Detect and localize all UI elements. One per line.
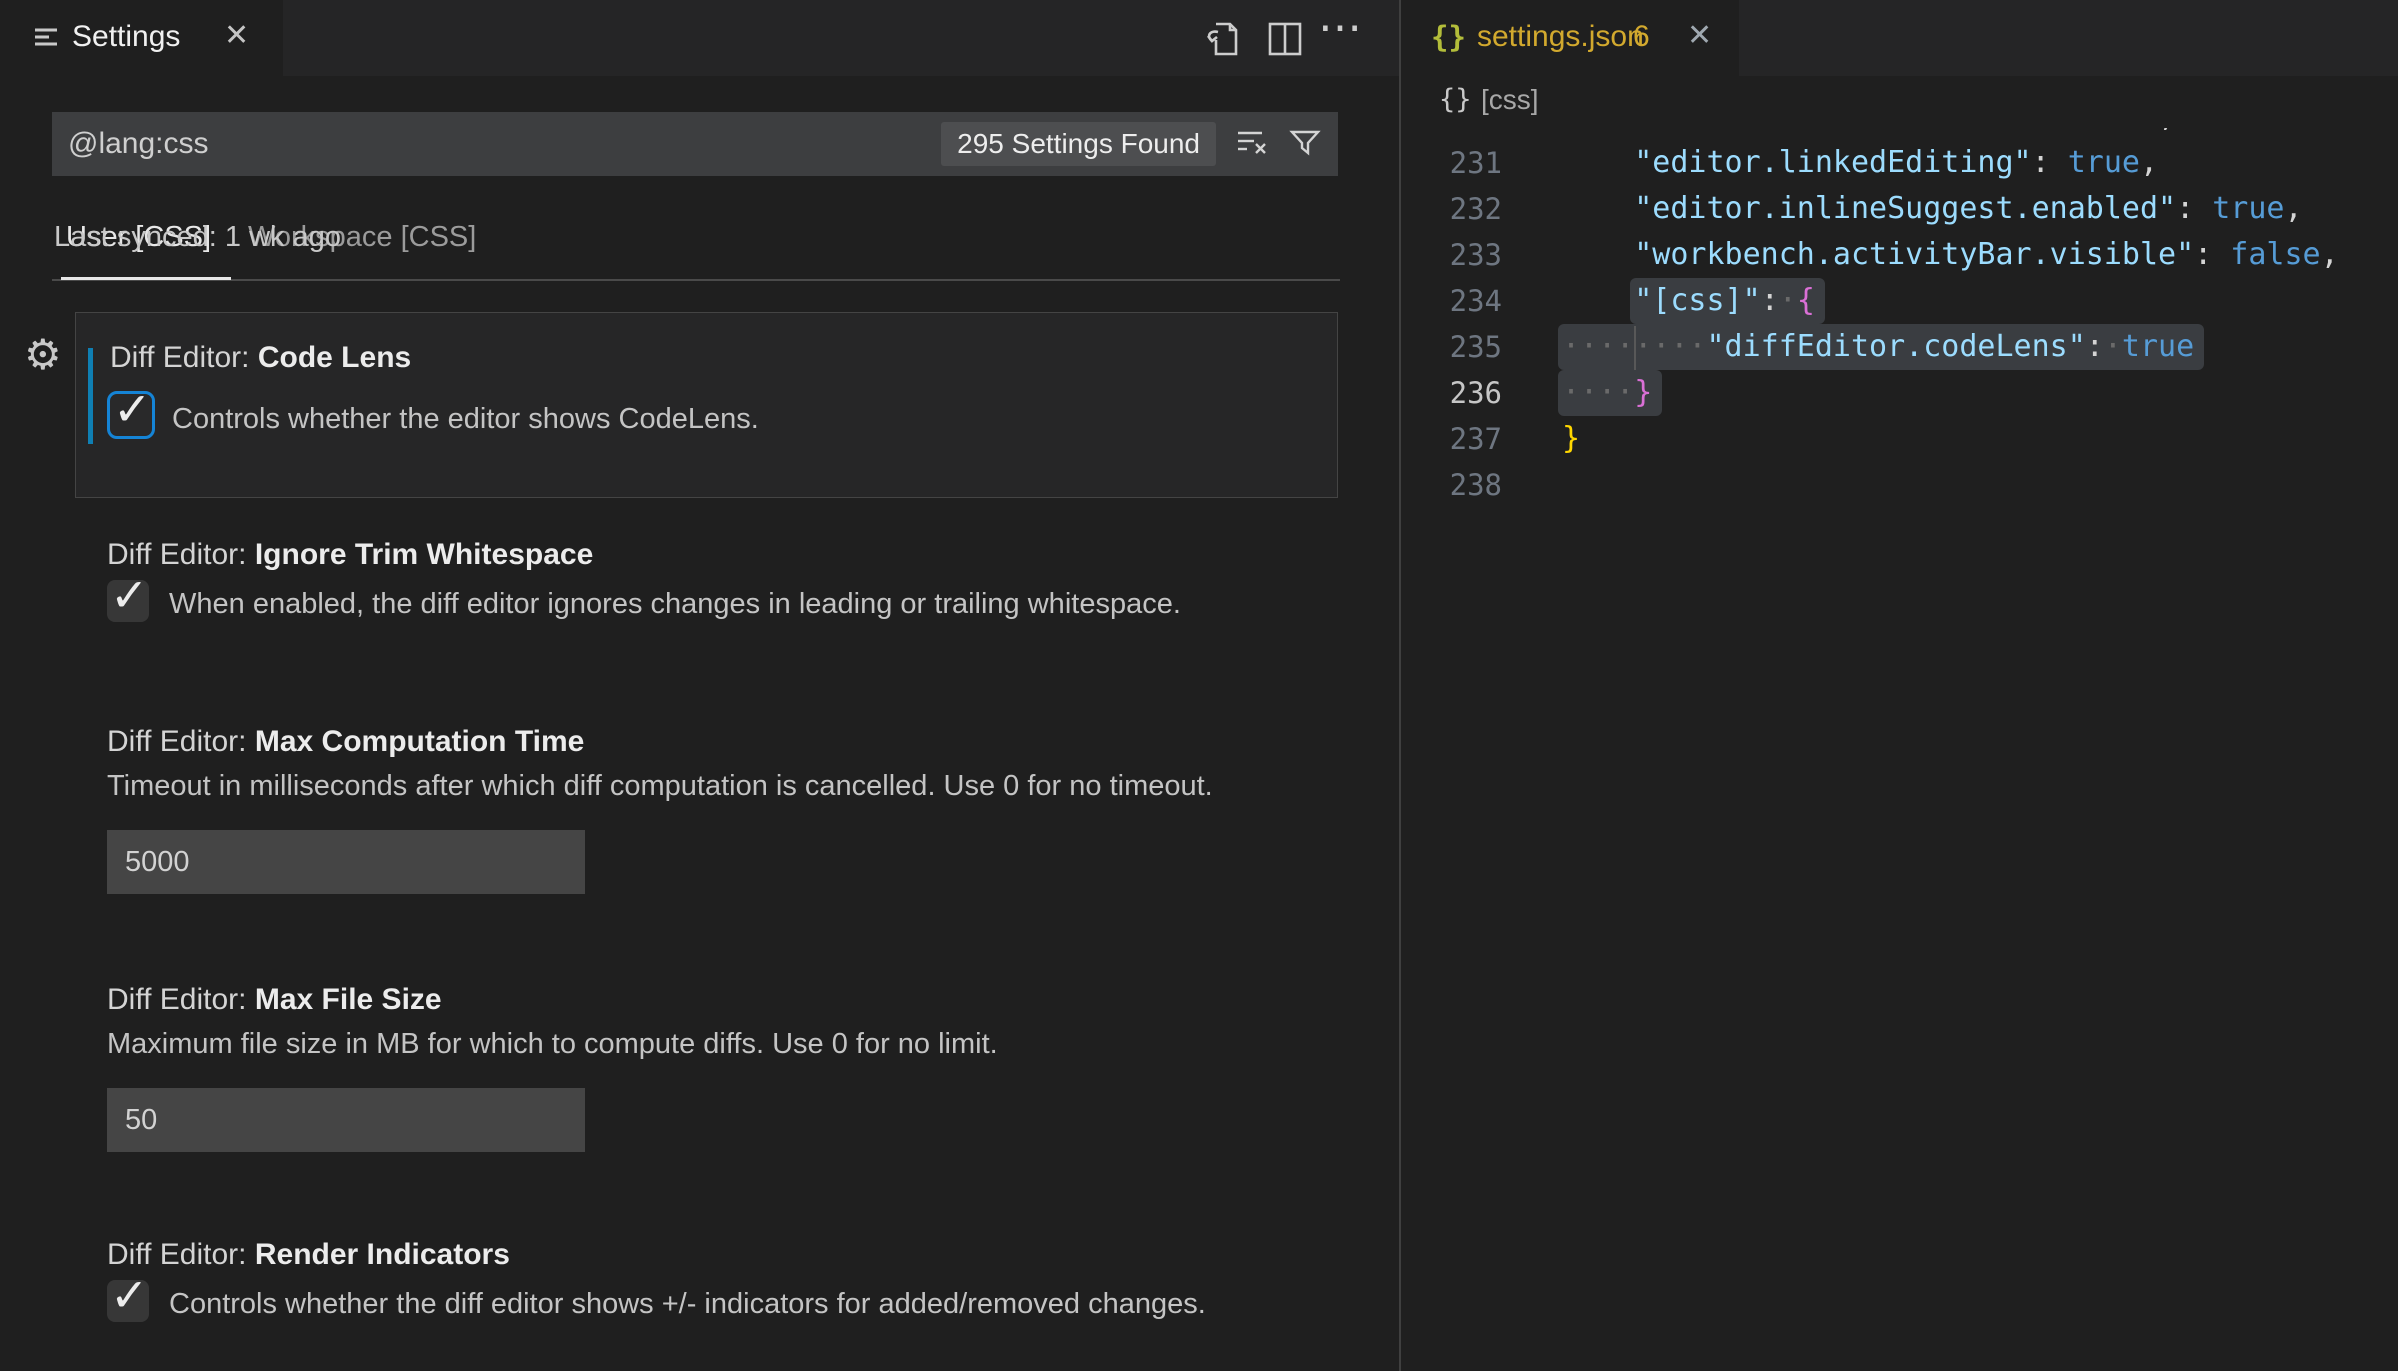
code-line-234[interactable]: 234 "[css]":·{ xyxy=(1401,278,2398,324)
number-input[interactable] xyxy=(107,1088,585,1152)
line-number: 234 xyxy=(1401,278,1502,324)
tab-settings[interactable]: Settings ✕ xyxy=(0,0,283,76)
line-number: 231 xyxy=(1401,140,1502,186)
setting-gear-icon[interactable]: ⚙ xyxy=(24,330,62,379)
setting-title: Diff Editor: Ignore Trim Whitespace xyxy=(107,538,593,572)
code-area[interactable]: ,231 "editor.linkedEditing": true,232 "e… xyxy=(1401,0,2398,1371)
line-number: 233 xyxy=(1401,232,1502,278)
code-line-237[interactable]: 237} xyxy=(1401,416,2398,462)
settings-search-input[interactable] xyxy=(52,111,941,177)
indent-guide xyxy=(1634,326,1636,370)
setting-row-render-indicators[interactable]: Diff Editor: Render Indicators ✓ Controls … xyxy=(0,1238,1399,1371)
tab-settings-json[interactable]: {} settings.json 6 ✕ xyxy=(1401,0,1739,76)
setting-description: Maximum file size in MB for which to com… xyxy=(107,1028,998,1061)
json-breadcrumb-icon: {} xyxy=(1439,84,1472,115)
settings-found-badge: 295 Settings Found xyxy=(941,122,1216,166)
tab-problem-count: 6 xyxy=(1633,20,1650,54)
clear-search-icon[interactable] xyxy=(1234,124,1270,165)
tab-settings-json-label: settings.json xyxy=(1477,20,1644,54)
code-line-238[interactable]: 238 xyxy=(1401,462,2398,508)
setting-description: Controls whether the editor shows CodeLe… xyxy=(172,403,759,436)
settings-editor-icon xyxy=(34,26,60,57)
code-line-236[interactable]: 236····} xyxy=(1401,370,2398,416)
vscode-window: Settings ✕ ⋯ 295 Settings Found xyxy=(0,0,2398,1371)
setting-title: Diff Editor: Max File Size xyxy=(107,983,442,1017)
code-line-233[interactable]: 233 "workbench.activityBar.visible": fal… xyxy=(1401,232,2398,278)
setting-description: Controls whether the diff editor shows +… xyxy=(169,1288,1206,1321)
settings-editor-pane: Settings ✕ ⋯ 295 Settings Found xyxy=(0,0,1399,1371)
code-line-235[interactable]: 235········"diffEditor.codeLens":·true xyxy=(1401,324,2398,370)
json-editor-pane: ,231 "editor.linkedEditing": true,232 "e… xyxy=(1401,0,2398,1371)
settings-search-bar[interactable]: 295 Settings Found xyxy=(52,112,1338,176)
json-file-icon: {} xyxy=(1431,20,1466,54)
split-editor-icon[interactable] xyxy=(1264,18,1306,65)
tab-settings-label: Settings xyxy=(72,20,180,54)
last-synced-label: Last synced: 1 wk ago xyxy=(54,221,341,254)
number-input[interactable] xyxy=(107,830,585,894)
checkbox[interactable]: ✓ xyxy=(107,1280,149,1322)
checkbox[interactable]: ✓ xyxy=(107,391,155,439)
setting-row-max-computation-time[interactable]: Diff Editor: Max Computation Time Timeout… xyxy=(0,725,1399,945)
setting-title: Diff Editor: Code Lens xyxy=(110,341,411,375)
setting-row-code-lens[interactable]: Diff Editor: Code Lens ✓ Controls whether … xyxy=(75,312,1338,498)
setting-title: Diff Editor: Max Computation Time xyxy=(107,725,584,759)
scope-tabs-rule xyxy=(52,279,1340,281)
more-actions-icon[interactable]: ⋯ xyxy=(1318,2,1364,53)
open-settings-json-icon[interactable] xyxy=(1198,16,1244,67)
line-number: 232 xyxy=(1401,186,1502,232)
setting-description: When enabled, the diff editor ignores ch… xyxy=(169,588,1181,621)
breadcrumb-item-css[interactable]: [css] xyxy=(1481,84,1539,116)
setting-description: Timeout in milliseconds after which diff… xyxy=(107,770,1213,803)
line-number: 238 xyxy=(1401,462,1502,508)
code-line-231[interactable]: 231 "editor.linkedEditing": true, xyxy=(1401,140,2398,186)
setting-title: Diff Editor: Render Indicators xyxy=(107,1238,510,1272)
checkbox[interactable]: ✓ xyxy=(107,580,149,622)
line-number: 235 xyxy=(1401,324,1502,370)
line-number: 237 xyxy=(1401,416,1502,462)
modified-indicator-bar xyxy=(88,348,93,444)
line-number: 236 xyxy=(1401,370,1502,416)
filter-icon[interactable] xyxy=(1288,125,1322,164)
breadcrumb: {} [css] xyxy=(1401,76,2398,128)
setting-row-max-file-size[interactable]: Diff Editor: Max File Size Maximum file s… xyxy=(0,983,1399,1203)
close-settings-tab-icon[interactable]: ✕ xyxy=(224,18,249,53)
code-line-232[interactable]: 232 "editor.inlineSuggest.enabled": true… xyxy=(1401,186,2398,232)
close-json-tab-icon[interactable]: ✕ xyxy=(1687,18,1712,53)
scope-tab-active-underline xyxy=(61,277,231,280)
